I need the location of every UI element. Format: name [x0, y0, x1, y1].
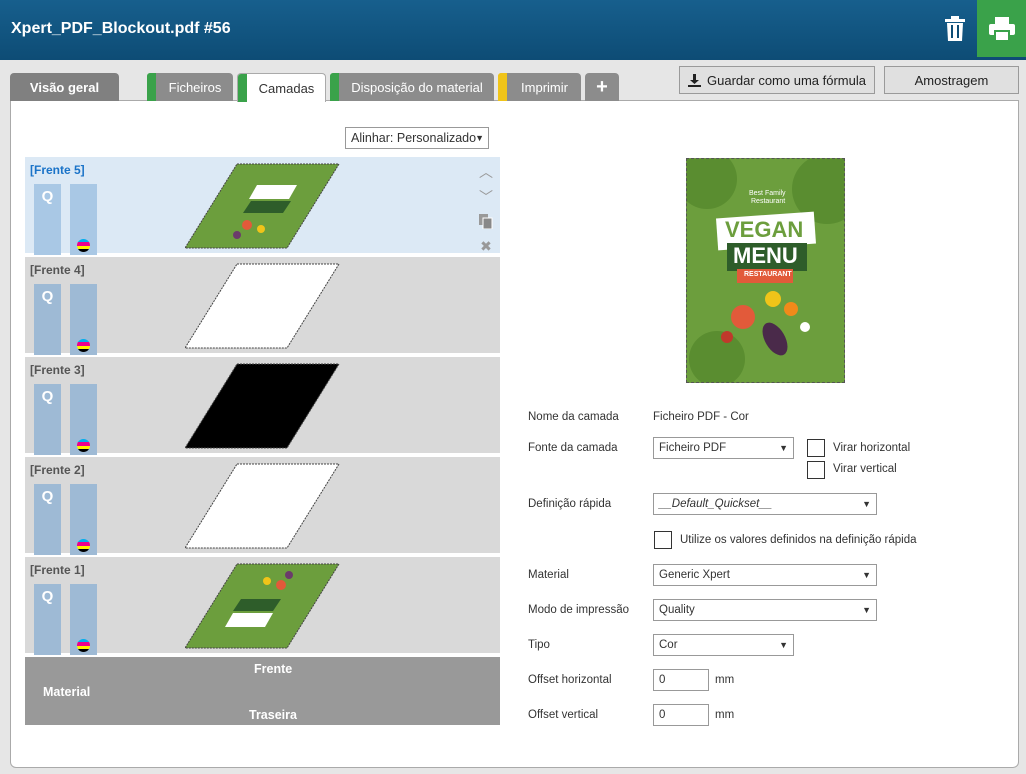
- material-label: Material: [528, 569, 569, 581]
- duplicate-button[interactable]: [476, 209, 496, 234]
- chevron-down-icon: ▼: [779, 443, 788, 453]
- sampling-button[interactable]: Amostragem: [884, 66, 1019, 94]
- tab-layers[interactable]: Camadas: [237, 73, 326, 102]
- layer-item[interactable]: [Frente 1] Q: [25, 557, 500, 655]
- trash-icon: [945, 16, 965, 41]
- color-bar: [70, 584, 97, 655]
- layer-name: [Frente 5]: [30, 163, 85, 177]
- tab-overview[interactable]: Visão geral: [10, 73, 119, 101]
- layer-name: [Frente 1]: [30, 563, 85, 577]
- chevron-down-icon: ▼: [475, 133, 484, 143]
- print-button[interactable]: [977, 0, 1026, 57]
- use-quickset-checkbox[interactable]: [654, 531, 672, 549]
- quality-bar: Q: [34, 184, 61, 255]
- flip-vertical-checkbox[interactable]: [807, 461, 825, 479]
- delete-button[interactable]: [936, 10, 974, 48]
- flip-vertical-label: Virar vertical: [833, 463, 897, 475]
- delete-layer-button[interactable]: ✖: [476, 234, 496, 259]
- type-select[interactable]: Cor ▼: [653, 634, 794, 656]
- move-down-button[interactable]: ﹀: [476, 184, 496, 209]
- quality-bar: Q: [34, 584, 61, 655]
- layer-preview: Best Family Restaurant VEGAN MENU RESTAU…: [686, 158, 845, 383]
- cmyk-icon: [77, 639, 90, 652]
- layer-item[interactable]: [Frente 5] Q ︿ ﹀ ✖: [25, 157, 500, 255]
- cmyk-icon: [77, 239, 90, 252]
- layer-name: [Frente 3]: [30, 363, 85, 377]
- layer-source-select[interactable]: Ficheiro PDF ▼: [653, 437, 794, 459]
- offset-horizontal-label: Offset horizontal: [528, 674, 612, 686]
- quality-bar: Q: [34, 284, 61, 355]
- color-bar: [70, 284, 97, 355]
- printer-icon: [988, 16, 1015, 41]
- material-bar: Frente Material Traseira: [25, 657, 500, 725]
- color-bar: [70, 484, 97, 555]
- type-label: Tipo: [528, 639, 550, 651]
- title-bar: Xpert_PDF_Blockout.pdf #56: [0, 0, 1026, 60]
- add-tab-button[interactable]: +: [585, 73, 619, 101]
- quickset-label: Definição rápida: [528, 498, 612, 510]
- layer-thumbnail: [185, 563, 340, 649]
- offset-horizontal-unit: mm: [715, 674, 735, 686]
- flip-horizontal-checkbox[interactable]: [807, 439, 825, 457]
- material-select[interactable]: Generic Xpert ▼: [653, 564, 877, 586]
- tab-print[interactable]: Imprimir: [498, 73, 581, 101]
- copy-icon: [479, 214, 493, 229]
- align-select[interactable]: Alinhar: Personalizado ▼: [345, 127, 489, 149]
- layer-name-value: Ficheiro PDF - Cor: [653, 411, 749, 423]
- color-bar: [70, 384, 97, 455]
- print-mode-label: Modo de impressão: [528, 604, 629, 616]
- layer-thumbnail: [185, 463, 340, 549]
- layer-name-label: Nome da camada: [528, 411, 619, 423]
- layer-item[interactable]: [Frente 3] Q: [25, 357, 500, 455]
- color-bar: [70, 184, 97, 255]
- chevron-down-icon: ▼: [862, 499, 871, 509]
- close-icon: ✖: [480, 238, 492, 254]
- offset-vertical-unit: mm: [715, 709, 735, 721]
- move-up-button[interactable]: ︿: [476, 159, 496, 184]
- chevron-down-icon: ▼: [779, 640, 788, 650]
- layer-thumbnail: [185, 363, 340, 449]
- offset-vertical-label: Offset vertical: [528, 709, 599, 721]
- tab-files[interactable]: Ficheiros: [147, 73, 233, 101]
- flip-horizontal-label: Virar horizontal: [833, 442, 911, 454]
- layer-item[interactable]: [Frente 4] Q: [25, 257, 500, 355]
- window-title: Xpert_PDF_Blockout.pdf #56: [11, 20, 231, 37]
- layer-source-label: Fonte da camada: [528, 442, 618, 454]
- plus-icon: +: [596, 75, 608, 98]
- tab-material-layout[interactable]: Disposição do material: [330, 73, 494, 101]
- save-formula-button[interactable]: Guardar como uma fórmula: [679, 66, 875, 94]
- layer-thumbnail: [185, 263, 340, 349]
- download-icon: [688, 73, 702, 87]
- chevron-down-icon: ▼: [862, 605, 871, 615]
- use-quickset-label: Utilize os valores definidos na definiçã…: [680, 534, 917, 546]
- cmyk-icon: [77, 439, 90, 452]
- quality-bar: Q: [34, 384, 61, 455]
- layer-name: [Frente 4]: [30, 263, 85, 277]
- cmyk-icon: [77, 339, 90, 352]
- offset-vertical-input[interactable]: 0: [653, 704, 709, 726]
- chevron-down-icon: ▼: [862, 570, 871, 580]
- quickset-select[interactable]: __Default_Quickset__ ▼: [653, 493, 877, 515]
- offset-horizontal-input[interactable]: 0: [653, 669, 709, 691]
- layer-thumbnail: [185, 163, 340, 249]
- print-mode-select[interactable]: Quality ▼: [653, 599, 877, 621]
- cmyk-icon: [77, 539, 90, 552]
- quality-bar: Q: [34, 484, 61, 555]
- layer-name: [Frente 2]: [30, 463, 85, 477]
- layer-item[interactable]: [Frente 2] Q: [25, 457, 500, 555]
